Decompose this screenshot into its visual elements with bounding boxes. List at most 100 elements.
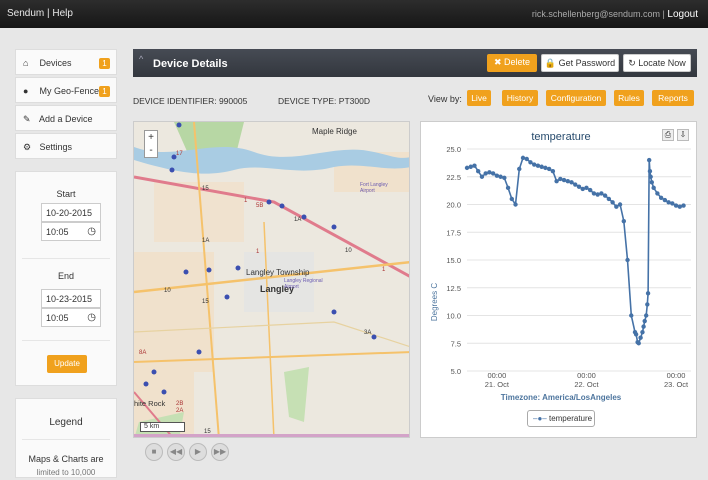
rewind-icon[interactable]: ◀◀ bbox=[167, 443, 185, 461]
view-history-button[interactable]: History bbox=[502, 90, 538, 106]
chart-data-point[interactable] bbox=[546, 166, 552, 172]
chart-data-point[interactable] bbox=[584, 185, 589, 191]
chart-data-point[interactable] bbox=[569, 180, 574, 185]
zoom-out-button[interactable]: - bbox=[145, 144, 157, 157]
chart-data-point[interactable] bbox=[621, 218, 626, 224]
chart-data-point[interactable] bbox=[554, 178, 559, 184]
end-time-field[interactable]: 10:05 ◷ bbox=[41, 308, 101, 327]
sidebar-item-geo-fences[interactable]: ● My Geo-Fences 1 bbox=[15, 77, 117, 103]
sidebar-item-add-device[interactable]: ✎ Add a Device bbox=[15, 105, 117, 131]
chart-data-point[interactable] bbox=[651, 185, 656, 191]
chart-data-point[interactable] bbox=[614, 204, 619, 209]
map-view[interactable]: + - Maple Ridge Langley Township Langley… bbox=[133, 121, 410, 438]
chart-data-point[interactable] bbox=[565, 178, 570, 184]
chart-data-point[interactable] bbox=[599, 191, 604, 196]
chart-data-point[interactable] bbox=[517, 166, 522, 172]
chart-data-point[interactable] bbox=[673, 203, 679, 208]
chart-data-point[interactable] bbox=[528, 160, 533, 165]
delete-button[interactable]: ✖ Delete bbox=[487, 54, 537, 72]
chart-data-point[interactable] bbox=[655, 191, 660, 196]
fast-forward-icon[interactable]: ▶▶ bbox=[211, 443, 229, 461]
chart-data-point[interactable] bbox=[658, 195, 664, 201]
download-icon[interactable]: ⇩ bbox=[677, 129, 689, 141]
chart-data-point[interactable] bbox=[502, 175, 507, 181]
chart-data-point[interactable] bbox=[588, 187, 593, 193]
start-date-field[interactable]: 10-20-2015 bbox=[41, 203, 101, 222]
update-button[interactable]: Update bbox=[47, 355, 87, 373]
chart-data-point[interactable] bbox=[580, 186, 585, 192]
chart-data-point[interactable] bbox=[513, 202, 518, 207]
chart-data-point[interactable] bbox=[638, 335, 643, 340]
clock-icon[interactable]: ◷ bbox=[87, 226, 96, 237]
chart-data-point[interactable] bbox=[591, 191, 597, 196]
chart-data-point[interactable] bbox=[505, 185, 511, 191]
end-date-field[interactable]: 10-23-2015 bbox=[41, 289, 101, 308]
view-reports-button[interactable]: Reports bbox=[652, 90, 694, 106]
chart-data-point[interactable] bbox=[633, 332, 639, 337]
brand-help-link[interactable]: Sendum | Help bbox=[7, 8, 73, 19]
chart-data-point[interactable] bbox=[476, 169, 481, 174]
chart-data-point[interactable] bbox=[532, 162, 537, 167]
chart-data-point[interactable] bbox=[610, 200, 615, 205]
play-icon[interactable]: ▶ bbox=[189, 443, 207, 461]
chart-data-point[interactable] bbox=[509, 196, 514, 202]
chart-data-point[interactable] bbox=[640, 329, 645, 335]
chart-legend[interactable]: –●– temperature bbox=[527, 410, 595, 427]
chart-data-point[interactable] bbox=[670, 201, 675, 206]
chart-data-point[interactable] bbox=[646, 157, 652, 163]
chart-data-point[interactable] bbox=[645, 302, 650, 307]
chart-data-point[interactable] bbox=[642, 318, 647, 324]
chart-data-point[interactable] bbox=[561, 177, 567, 183]
chart-data-point[interactable] bbox=[573, 182, 578, 187]
chart-data-point[interactable] bbox=[636, 341, 641, 346]
clock-icon[interactable]: ◷ bbox=[87, 312, 96, 323]
chart-data-point[interactable] bbox=[648, 174, 653, 179]
chart-data-point[interactable] bbox=[468, 164, 473, 169]
chart-data-point[interactable] bbox=[520, 155, 526, 161]
chart-data-point[interactable] bbox=[644, 313, 649, 318]
chart-data-point[interactable] bbox=[550, 169, 556, 174]
sidebar-item-devices[interactable]: ⌂ Devices 1 bbox=[15, 49, 117, 75]
chart-data-point[interactable] bbox=[681, 203, 686, 208]
chart-data-point[interactable] bbox=[576, 184, 582, 189]
sidebar-item-settings[interactable]: ⚙ Settings bbox=[15, 133, 117, 159]
chart-data-point[interactable] bbox=[524, 156, 529, 162]
chart-data-point[interactable] bbox=[498, 174, 503, 179]
chart-data-point[interactable] bbox=[662, 197, 668, 203]
view-configuration-button[interactable]: Configuration bbox=[546, 90, 606, 106]
map-canvas[interactable] bbox=[134, 122, 410, 438]
chart-data-point[interactable] bbox=[535, 163, 541, 168]
chart-data-point[interactable] bbox=[487, 170, 492, 175]
chart-data-point[interactable] bbox=[625, 257, 630, 263]
print-icon[interactable]: ⎙ bbox=[662, 129, 674, 141]
chart-data-point[interactable] bbox=[543, 165, 548, 171]
chart-data-point[interactable] bbox=[641, 324, 646, 329]
chart-data-point[interactable] bbox=[494, 173, 500, 178]
chart-data-point[interactable] bbox=[464, 165, 470, 171]
chart-data-point[interactable] bbox=[677, 204, 682, 209]
start-time-field[interactable]: 10:05 ◷ bbox=[41, 222, 101, 241]
chart-data-point[interactable] bbox=[558, 176, 563, 182]
chart-data-point[interactable] bbox=[472, 163, 477, 168]
chart-data-point[interactable] bbox=[649, 180, 654, 185]
chart-data-point[interactable] bbox=[479, 174, 485, 179]
chart-data-point[interactable] bbox=[606, 196, 612, 202]
chart-data-point[interactable] bbox=[539, 164, 544, 169]
chevron-up-icon[interactable]: ^ bbox=[139, 54, 143, 64]
stop-icon[interactable]: ■ bbox=[145, 443, 163, 461]
chart-data-point[interactable] bbox=[490, 171, 496, 176]
chart-data-point[interactable] bbox=[647, 169, 653, 174]
locate-now-button[interactable]: ↻ Locate Now bbox=[623, 54, 691, 72]
chart-data-point[interactable] bbox=[629, 313, 634, 318]
chart-data-point[interactable] bbox=[602, 193, 608, 198]
chart-data-point[interactable] bbox=[645, 291, 651, 296]
get-password-button[interactable]: 🔒 Get Password bbox=[541, 54, 619, 72]
zoom-in-button[interactable]: + bbox=[145, 131, 157, 144]
view-rules-button[interactable]: Rules bbox=[614, 90, 644, 106]
chart-data-point[interactable] bbox=[617, 202, 623, 207]
chart-data-point[interactable] bbox=[483, 171, 488, 176]
logout-link[interactable]: Logout bbox=[667, 9, 698, 20]
view-live-button[interactable]: Live bbox=[467, 90, 491, 106]
chart-data-point[interactable] bbox=[666, 200, 671, 205]
chart-data-point[interactable] bbox=[595, 192, 600, 197]
